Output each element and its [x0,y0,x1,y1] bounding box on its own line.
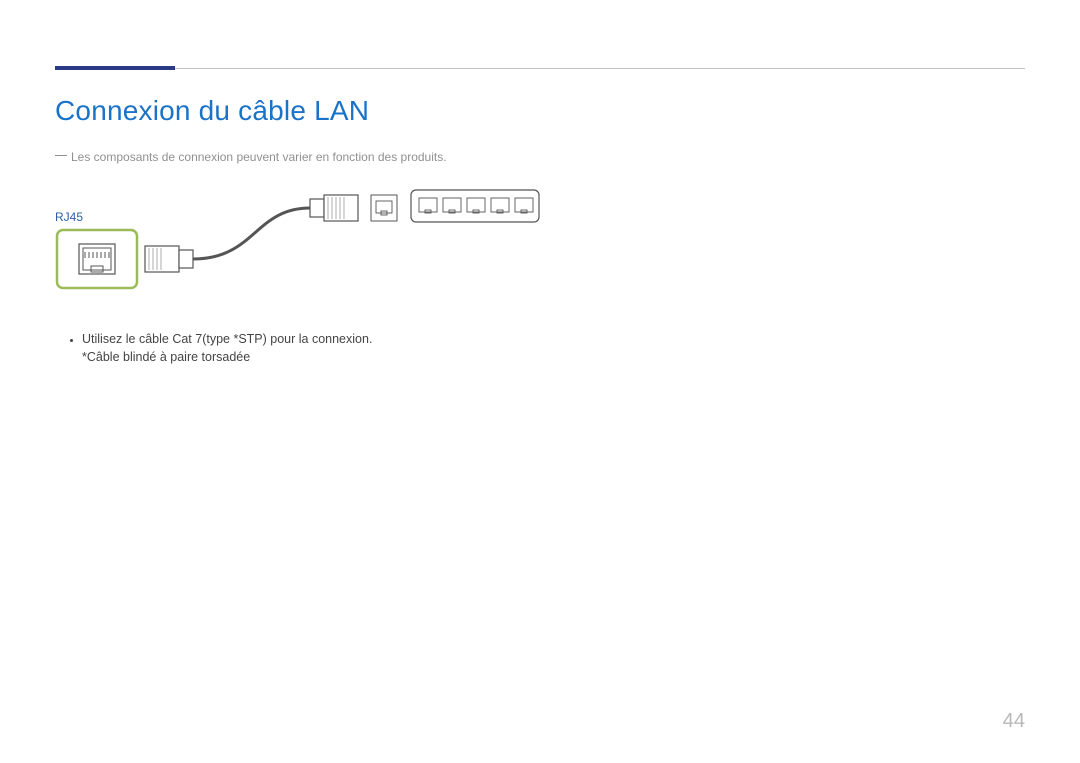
lan-cable-right-plug-icon [310,195,358,221]
rj45-port-icon [57,230,137,288]
lan-cable-icon [193,208,310,259]
note-line: Les composants de connexion peuvent vari… [55,150,447,164]
header-rule [55,68,1025,69]
router-single-port-icon [371,195,397,221]
lan-connection-diagram [55,188,545,298]
instruction-bullets: Utilisez le câble Cat 7(type *STP) pour … [68,332,372,364]
note-text: Les composants de connexion peuvent vari… [71,150,447,164]
router-device-icon [411,190,539,222]
list-item: Utilisez le câble Cat 7(type *STP) pour … [82,332,372,364]
manual-page: Connexion du câble LAN Les composants de… [0,0,1080,763]
lan-cable-left-plug-icon [145,246,193,272]
page-title: Connexion du câble LAN [55,95,369,127]
bullet-text: Utilisez le câble Cat 7(type *STP) pour … [82,332,372,346]
dash-icon [55,155,67,156]
bullet-subtext: *Câble blindé à paire torsadée [82,350,372,364]
page-number: 44 [1003,710,1025,733]
header-accent-bar [55,66,175,70]
